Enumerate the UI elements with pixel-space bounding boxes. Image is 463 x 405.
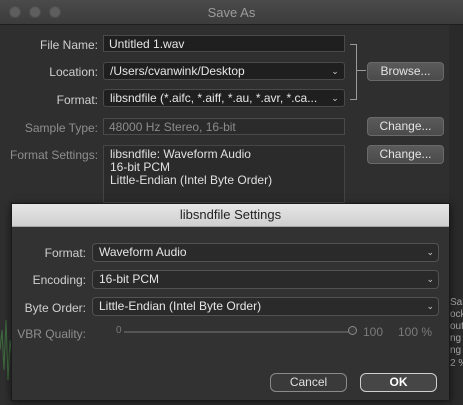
vbr-quality-label: VBR Quality: (17, 327, 86, 341)
change-format-settings-button[interactable]: Change... (367, 145, 444, 164)
format-settings-text: libsndfile: Waveform Audio 16-bit PCM Li… (103, 145, 345, 203)
bracket-divider (350, 44, 357, 100)
sheet-format-label: Format: (44, 246, 86, 260)
location-label: Location: (49, 65, 98, 79)
vbr-value: 100 (363, 325, 384, 339)
format-value: libsndfile (*.aifc, *.aiff, *.au, *.avr,… (110, 91, 318, 105)
location-value: /Users/cvanwink/Desktop (110, 64, 245, 78)
bg-text-fragment: San (450, 297, 463, 308)
chevron-down-icon: ⌄ (426, 274, 434, 284)
sheet-title: libsndfile Settings (12, 204, 449, 227)
format-popup[interactable]: libsndfile (*.aifc, *.aiff, *.au, *.avr,… (103, 89, 345, 107)
window-title: Save As (207, 5, 256, 20)
byte-order-value: Little-Endian (Intel Byte Order) (99, 299, 262, 313)
ok-button[interactable]: OK (360, 373, 437, 392)
sample-type-field: 48000 Hz Stereo, 16-bit (103, 118, 345, 135)
format-settings-label: Format Settings: (10, 148, 99, 162)
cancel-button[interactable]: Cancel (270, 373, 347, 392)
bg-text-fragment: 2 % (450, 358, 463, 369)
location-popup[interactable]: /Users/cvanwink/Desktop ⌄ (103, 62, 345, 80)
window-titlebar: Save As (0, 0, 463, 25)
sheet-format-select[interactable]: Waveform Audio ⌄ (92, 243, 439, 262)
bg-text-fragment: out (450, 321, 463, 332)
sheet-format-value: Waveform Audio (99, 245, 187, 259)
change-sample-type-button[interactable]: Change... (367, 117, 444, 136)
byte-order-label: Byte Order: (24, 301, 86, 315)
chevron-down-icon: ⌄ (331, 93, 339, 103)
encoding-label: Encoding: (32, 273, 86, 287)
vbr-min-label: 0 (116, 325, 122, 336)
bracket-connector (356, 70, 366, 71)
file-name-label: File Name: (39, 38, 98, 52)
bg-text-fragment: ng (450, 333, 462, 344)
bg-text-fragment: ng D (450, 345, 463, 356)
vbr-quality-slider-knob[interactable] (348, 326, 357, 335)
file-name-input[interactable]: Untitled 1.wav (103, 35, 345, 52)
sample-type-label: Sample Type: (24, 121, 98, 135)
bg-text-fragment: ock (450, 309, 463, 320)
format-label: Format: (56, 93, 98, 107)
vbr-percent: 100 % (398, 325, 433, 339)
vbr-quality-slider-track[interactable] (124, 331, 352, 333)
chevron-down-icon: ⌄ (331, 66, 339, 76)
encoding-select[interactable]: 16-bit PCM ⌄ (92, 270, 439, 289)
browse-button[interactable]: Browse... (367, 62, 444, 81)
chevron-down-icon: ⌄ (426, 247, 434, 257)
format-settings-line: Little-Endian (Intel Byte Order) (110, 173, 273, 187)
byte-order-select[interactable]: Little-Endian (Intel Byte Order) ⌄ (92, 297, 439, 316)
libsndfile-settings-sheet: libsndfile Settings Format: Waveform Aud… (11, 203, 450, 401)
encoding-value: 16-bit PCM (99, 272, 160, 286)
chevron-down-icon: ⌄ (426, 301, 434, 311)
background-window-sliver: San ock out ng ng D 2 % (449, 25, 463, 405)
